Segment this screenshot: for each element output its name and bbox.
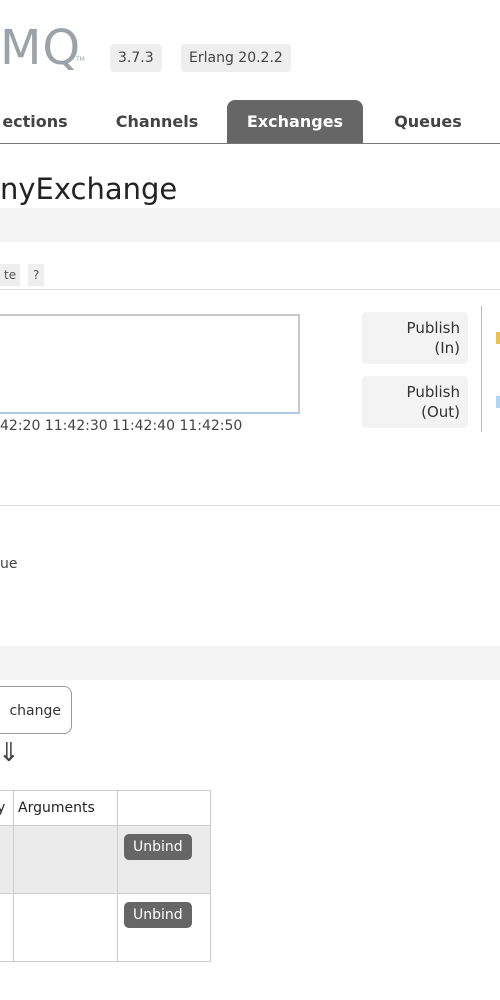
column-header-actions [117,790,211,826]
legend-divider [481,306,482,432]
chart-time-axis: 42:20 11:42:30 11:42:40 11:42:50 [0,418,243,434]
page-title: nyExchange [0,172,178,206]
erlang-version-badge: Erlang 20.2.2 [181,44,291,72]
table-cell [0,893,14,962]
legend-swatch-in [496,332,500,344]
table-cell [0,825,14,894]
message-rates-chart [0,314,300,414]
table-row: Unbind [0,825,211,894]
table-cell: Unbind [117,893,211,962]
bindings-table: y Arguments Unbind Unbind [0,790,211,962]
tab-channels[interactable]: Channels [102,100,212,143]
table-cell [13,893,118,962]
help-icon[interactable]: ? [28,264,45,286]
unbind-button[interactable]: Unbind [124,902,192,928]
legend-publish-out[interactable]: Publish (Out) [362,376,468,428]
table-cell: Unbind [117,825,211,894]
legend-publish-in-sublabel: (In) [434,339,460,357]
column-header-routing-key: y [0,790,14,826]
legend-publish-out-label: Publish [406,383,460,401]
tab-queues[interactable]: Queues [378,100,478,143]
divider [0,505,500,506]
unbind-button[interactable]: Unbind [124,834,192,860]
durable-value: ue [0,556,18,572]
legend-publish-in[interactable]: Publish (In) [362,312,468,364]
table-header-row: y Arguments [0,790,211,826]
this-exchange-box: change [0,686,72,734]
table-cell [13,825,118,894]
section-header-overview[interactable] [0,208,500,242]
rabbitmq-logo: MQ [0,20,82,76]
legend-publish-out-sublabel: (Out) [421,403,460,421]
tab-bar-divider [0,143,500,144]
trademark-mark: TM [76,56,85,63]
down-arrow-icon: ⇓ [0,738,20,768]
legend-swatch-out [496,396,500,408]
rate-mode-tag[interactable]: te [0,264,21,286]
section-header-bindings[interactable] [0,646,500,680]
version-badge: 3.7.3 [110,44,162,72]
legend-publish-in-label: Publish [406,319,460,337]
divider [0,289,500,290]
tab-connections[interactable]: ections [0,100,80,143]
column-header-arguments: Arguments [13,790,118,826]
tab-exchanges[interactable]: Exchanges [227,100,363,143]
table-row: Unbind [0,893,211,962]
